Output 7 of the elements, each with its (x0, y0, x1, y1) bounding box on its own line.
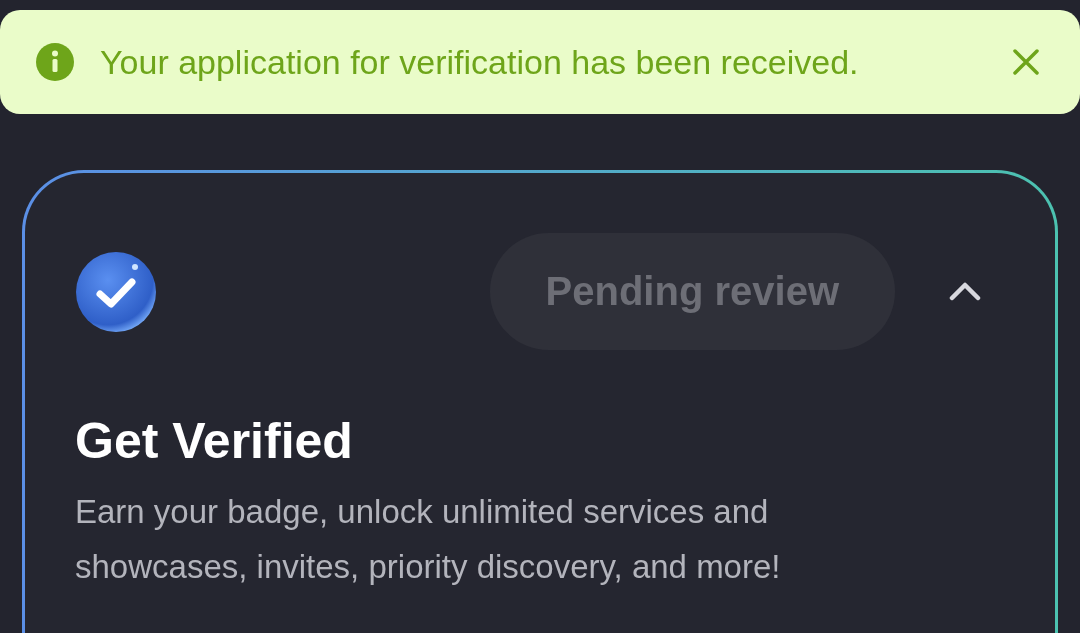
verified-badge-icon (75, 250, 157, 333)
card-title: Get Verified (75, 412, 354, 470)
info-icon (36, 43, 74, 81)
toast-message: Your application for verification has been received. (100, 42, 860, 82)
close-icon (1012, 48, 1040, 76)
card-description: Earn your badge, unlock unlimited services and showcases, invites, priority discovery, and more! (75, 492, 782, 587)
status-pill: Pending review (489, 233, 895, 350)
